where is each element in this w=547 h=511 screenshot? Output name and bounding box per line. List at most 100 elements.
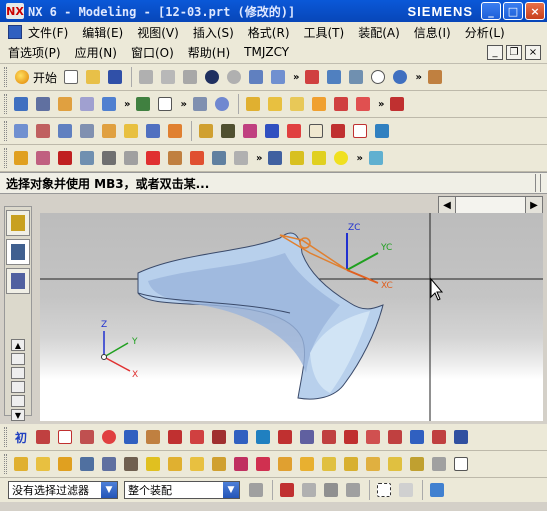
resource-scroll-up-icon[interactable]: ▲ [11, 339, 25, 351]
intersect-icon[interactable] [341, 454, 361, 474]
doc-close-button[interactable]: × [525, 44, 541, 60]
explode-icon[interactable] [209, 148, 229, 168]
grey-box-icon[interactable] [99, 148, 119, 168]
pan-icon[interactable] [346, 67, 366, 87]
copy-face-icon[interactable] [187, 454, 207, 474]
snap-bounded-icon[interactable] [297, 427, 317, 447]
shell-icon[interactable] [429, 454, 449, 474]
start-button[interactable]: 开始 [11, 69, 61, 86]
rectangle-icon[interactable] [155, 94, 175, 114]
chevron-down-icon[interactable]: ▼ [223, 482, 239, 498]
blend-icon[interactable] [165, 121, 185, 141]
move-icon[interactable] [11, 454, 31, 474]
toolbar-more-button[interactable]: » [356, 153, 362, 164]
feature-icon[interactable] [133, 94, 153, 114]
copy-icon[interactable] [158, 67, 178, 87]
assembly-navigator-tab[interactable] [6, 210, 30, 236]
chart-icon[interactable] [350, 121, 370, 141]
clone-icon[interactable] [231, 148, 251, 168]
snap-intersect-icon[interactable] [99, 427, 119, 447]
extract-icon[interactable] [165, 454, 185, 474]
toolbar-more-button[interactable]: » [180, 99, 186, 110]
zoom-icon[interactable] [324, 67, 344, 87]
offset-icon[interactable] [77, 121, 97, 141]
move-face-icon[interactable] [209, 454, 229, 474]
resource-scroll-item[interactable] [11, 367, 25, 379]
layer-icon[interactable] [11, 94, 31, 114]
through-curves-icon[interactable] [33, 121, 53, 141]
selection-scope-select[interactable]: 整个装配 ▼ [124, 481, 240, 499]
extrude-icon[interactable] [265, 94, 285, 114]
yellow-analysis-icon[interactable] [287, 148, 307, 168]
menu-edit[interactable]: 编辑(E) [82, 24, 123, 41]
reposition-icon[interactable] [187, 148, 207, 168]
snap-mirror-icon[interactable] [385, 427, 405, 447]
translate-icon[interactable] [33, 454, 53, 474]
document-icon[interactable] [8, 25, 22, 39]
hide-icon[interactable] [306, 121, 326, 141]
sew-icon[interactable] [121, 121, 141, 141]
rotate-icon[interactable] [390, 67, 410, 87]
wcs-icon[interactable] [33, 148, 53, 168]
constraint-icon[interactable] [143, 148, 163, 168]
magnify-icon[interactable] [368, 67, 388, 87]
scroll-right-icon[interactable]: ▶ [525, 196, 543, 214]
snap-arc-icon[interactable] [253, 427, 273, 447]
group-icon[interactable] [99, 454, 119, 474]
rotate-object-icon[interactable] [77, 454, 97, 474]
hole-icon[interactable] [331, 94, 351, 114]
power-icon[interactable] [331, 148, 351, 168]
component-icon[interactable] [121, 148, 141, 168]
chamfer-icon[interactable] [363, 454, 383, 474]
doc-minimize-button[interactable]: _ [487, 44, 503, 60]
general-selection-icon[interactable] [246, 480, 266, 500]
menu-window[interactable]: 窗口(O) [131, 44, 174, 61]
toolbar-more-button[interactable]: » [256, 153, 262, 164]
subtract-icon[interactable] [319, 454, 339, 474]
scroll-left-icon[interactable]: ◀ [438, 196, 456, 214]
toolbar-grip[interactable] [4, 94, 7, 114]
type-filter-select[interactable]: 没有选择过滤器 ▼ [8, 481, 118, 499]
fit-icon[interactable] [302, 67, 322, 87]
initial-button[interactable]: 初 [11, 427, 31, 447]
toolbar-more-button[interactable]: » [415, 72, 421, 83]
snap-arrow-icon[interactable] [429, 427, 449, 447]
solid-body-icon[interactable] [427, 480, 447, 500]
snap-tangent-icon[interactable] [319, 427, 339, 447]
pattern-icon[interactable] [143, 454, 163, 474]
chevron-down-icon[interactable]: ▼ [101, 482, 117, 498]
curvature-icon[interactable] [309, 148, 329, 168]
shading-icon[interactable] [190, 94, 210, 114]
doc-restore-button[interactable]: ❐ [506, 44, 522, 60]
snap-control-icon[interactable] [77, 427, 97, 447]
join-icon[interactable] [253, 454, 273, 474]
menu-custom[interactable]: TMJZCY [244, 45, 289, 59]
split-icon[interactable] [231, 454, 251, 474]
menu-insert[interactable]: 插入(S) [193, 24, 234, 41]
snap-center-icon[interactable] [121, 427, 141, 447]
toolbar-grip[interactable] [4, 121, 7, 141]
new-icon[interactable] [61, 67, 81, 87]
undo-icon[interactable] [202, 67, 222, 87]
menu-format[interactable]: 格式(R) [248, 24, 290, 41]
divide-icon[interactable] [275, 454, 295, 474]
paste-icon[interactable] [180, 67, 200, 87]
menu-analysis[interactable]: 分析(L) [465, 24, 505, 41]
toolbar-grip[interactable] [4, 148, 7, 168]
menu-information[interactable]: 信息(I) [414, 24, 451, 41]
resource-scroll-down-icon[interactable]: ▼ [11, 409, 25, 421]
command-finder-icon[interactable] [268, 67, 288, 87]
sweep-icon[interactable] [309, 94, 329, 114]
revolve-icon[interactable] [287, 94, 307, 114]
edit-display-icon[interactable] [218, 121, 238, 141]
arrow-select-icon[interactable] [299, 480, 319, 500]
save-icon[interactable] [105, 67, 125, 87]
menu-application[interactable]: 应用(N) [75, 44, 117, 61]
palette-icon[interactable] [240, 121, 260, 141]
snap-perp-icon[interactable] [341, 427, 361, 447]
thicken-icon[interactable] [143, 121, 163, 141]
resource-scroll-item[interactable] [11, 395, 25, 407]
mate-icon[interactable] [165, 148, 185, 168]
sphere-icon[interactable] [212, 94, 232, 114]
object-select-icon[interactable] [321, 480, 341, 500]
